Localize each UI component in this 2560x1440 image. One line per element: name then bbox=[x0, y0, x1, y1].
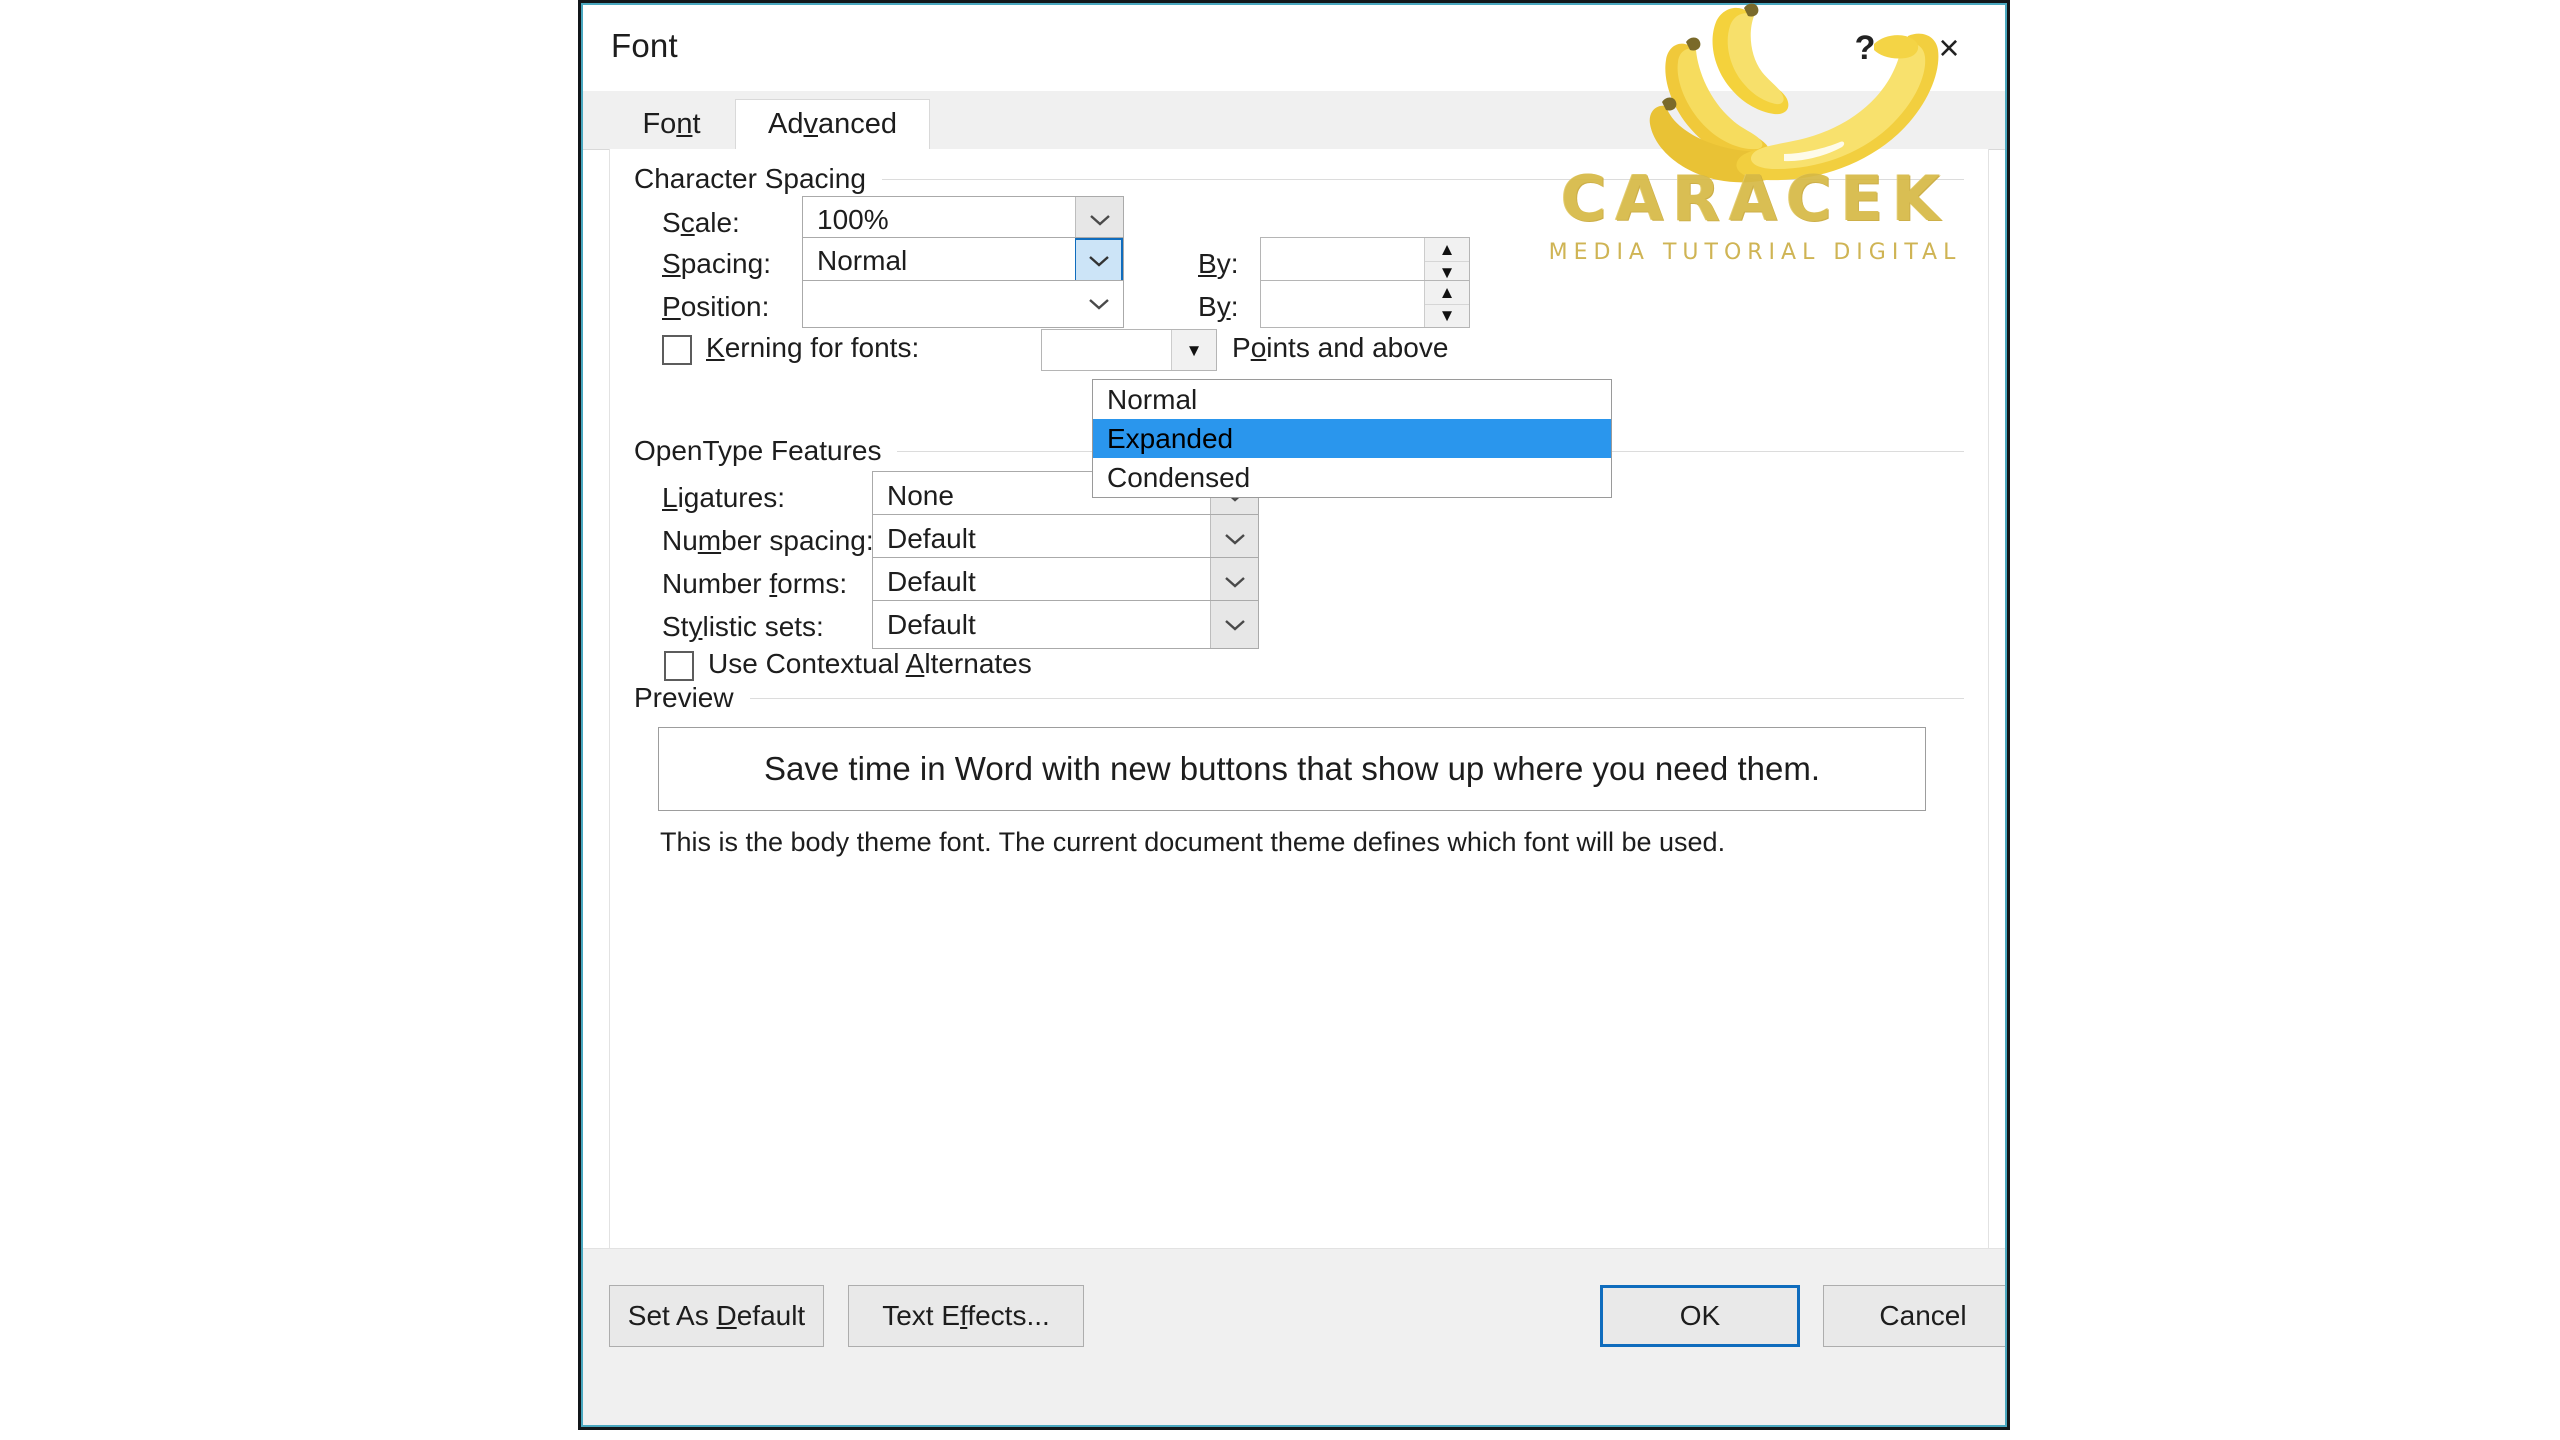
chevron-down-icon[interactable] bbox=[1210, 515, 1258, 562]
spacing-by-input[interactable] bbox=[1261, 238, 1424, 284]
ligatures-label: Ligatures: bbox=[662, 482, 785, 513]
spin-down-icon[interactable]: ▼ bbox=[1425, 305, 1469, 328]
kerning-label: Kerning for fonts: bbox=[706, 332, 920, 363]
cancel-label: Cancel bbox=[1879, 1300, 1967, 1331]
position-by-spin-buttons[interactable]: ▲ ▼ bbox=[1424, 281, 1469, 327]
character-spacing-group-label: Character Spacing bbox=[634, 163, 866, 194]
scale-label: Scale: bbox=[662, 207, 740, 238]
preview-box: Save time in Word with new buttons that … bbox=[658, 727, 1926, 811]
contextual-alternates-checkbox[interactable] bbox=[664, 651, 694, 681]
preview-description: This is the body theme font. The current… bbox=[660, 827, 1726, 857]
number-spacing-combo[interactable]: Default bbox=[872, 514, 1259, 563]
stylistic-sets-value: Default bbox=[887, 608, 976, 640]
chevron-down-icon[interactable] bbox=[1210, 558, 1258, 605]
spacing-by-spin-buttons[interactable]: ▲ ▼ bbox=[1424, 238, 1469, 284]
spacing-label: Spacing: bbox=[662, 248, 771, 279]
kerning-size-input[interactable] bbox=[1042, 330, 1171, 370]
spin-up-icon[interactable]: ▲ bbox=[1425, 238, 1469, 262]
spin-up-icon[interactable]: ▲ bbox=[1425, 281, 1469, 305]
chevron-down-icon[interactable] bbox=[1075, 238, 1123, 284]
number-spacing-value: Default bbox=[887, 522, 976, 554]
spacing-by-label: By: bbox=[1198, 248, 1239, 279]
scale-value: 100% bbox=[817, 204, 889, 235]
font-dialog: Font ? × Font Advanced Character Spacing… bbox=[578, 0, 2010, 1430]
ok-label: OK bbox=[1679, 1300, 1721, 1331]
tab-font-label: Font bbox=[642, 107, 701, 140]
chevron-down-icon[interactable] bbox=[1075, 281, 1123, 327]
position-by-label: By: bbox=[1198, 291, 1239, 322]
close-icon[interactable]: × bbox=[1921, 21, 1977, 75]
preview-group-header: Preview bbox=[634, 682, 1964, 714]
chevron-down-icon[interactable] bbox=[1210, 601, 1258, 648]
number-forms-combo[interactable]: Default bbox=[872, 557, 1259, 606]
dialog-footer: Set As Default Text Effects... OK Cancel bbox=[583, 1248, 2005, 1425]
cancel-button[interactable]: Cancel bbox=[1823, 1285, 2005, 1347]
spacing-dropdown-list[interactable]: Normal Expanded Condensed bbox=[1092, 379, 1612, 498]
contextual-alternates-label: Use Contextual Alternates bbox=[708, 648, 1032, 679]
kerning-suffix-label: Points and above bbox=[1232, 332, 1449, 363]
tab-advanced-label: Advanced bbox=[768, 108, 897, 140]
tab-font[interactable]: Font bbox=[609, 99, 734, 149]
ok-button[interactable]: OK bbox=[1600, 1285, 1800, 1347]
group-rule bbox=[881, 178, 1964, 180]
title-bar: Font ? × bbox=[583, 5, 2005, 91]
font-dialog-inner: Font ? × Font Advanced Character Spacing… bbox=[581, 3, 2007, 1427]
position-combo[interactable] bbox=[802, 280, 1124, 328]
text-effects-button[interactable]: Text Effects... bbox=[848, 1285, 1084, 1347]
opentype-group-label: OpenType Features bbox=[634, 435, 882, 466]
set-as-default-button[interactable]: Set As Default bbox=[609, 1285, 824, 1347]
character-spacing-group-header: Character Spacing bbox=[634, 163, 1964, 195]
dialog-title: Font bbox=[611, 27, 678, 64]
group-rule bbox=[749, 697, 1964, 699]
kerning-size-spin-buttons[interactable]: ▼ bbox=[1171, 330, 1216, 370]
text-effects-label: Text Effects... bbox=[882, 1300, 1050, 1331]
stylistic-sets-label: Stylistic sets: bbox=[662, 611, 824, 642]
help-icon[interactable]: ? bbox=[1837, 21, 1893, 75]
spacing-value: Normal bbox=[817, 245, 908, 276]
number-spacing-label: Number spacing: bbox=[662, 525, 874, 556]
position-by-stepper[interactable]: ▲ ▼ bbox=[1260, 280, 1470, 328]
stylistic-sets-combo[interactable]: Default bbox=[872, 600, 1259, 649]
tab-strip: Font Advanced bbox=[583, 91, 2005, 150]
spacing-by-stepper[interactable]: ▲ ▼ bbox=[1260, 237, 1470, 285]
spin-down-icon[interactable]: ▼ bbox=[1172, 330, 1216, 370]
set-as-default-label: Set As Default bbox=[627, 1300, 806, 1331]
position-label: Position: bbox=[662, 291, 770, 322]
kerning-size-stepper[interactable]: ▼ bbox=[1041, 329, 1217, 371]
tab-advanced[interactable]: Advanced bbox=[735, 99, 930, 149]
number-forms-label: Number forms: bbox=[662, 568, 848, 599]
preview-group-label: Preview bbox=[634, 682, 734, 713]
spacing-option-normal[interactable]: Normal bbox=[1093, 380, 1611, 419]
spacing-combo[interactable]: Normal bbox=[802, 237, 1124, 285]
position-by-input[interactable] bbox=[1261, 281, 1424, 327]
spacing-option-condensed[interactable]: Condensed bbox=[1093, 458, 1611, 497]
kerning-checkbox[interactable] bbox=[662, 335, 692, 365]
spacing-option-expanded[interactable]: Expanded bbox=[1093, 419, 1611, 458]
advanced-panel: Character Spacing Scale: 100% Spacing: N… bbox=[609, 149, 1989, 1253]
number-forms-value: Default bbox=[887, 565, 976, 597]
preview-sample-text: Save time in Word with new buttons that … bbox=[764, 750, 1820, 787]
